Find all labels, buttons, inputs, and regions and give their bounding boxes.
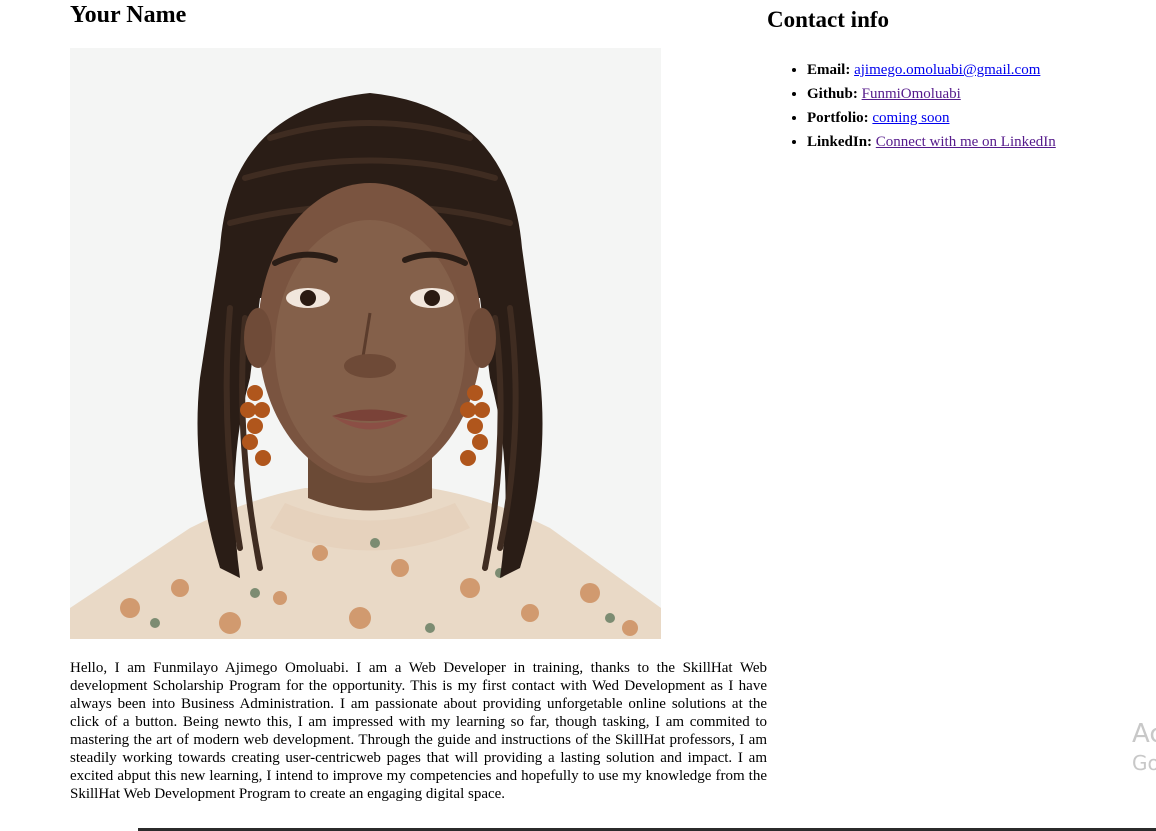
contact-item-portfolio: Portfolio: coming soon: [807, 106, 1056, 130]
linkedin-link[interactable]: Connect with me on LinkedIn: [876, 134, 1056, 150]
bio-paragraph: Hello, I am Funmilayo Ajimego Omoluabi. …: [70, 660, 767, 802]
name-heading: Your Name: [70, 2, 187, 28]
contact-item-email: Email: ajimego.omoluabi@gmail.com: [807, 58, 1056, 82]
contact-label-portfolio: Portfolio:: [807, 110, 869, 126]
page: Your Name Hello, I am Funmilayo Ajimego …: [0, 0, 1156, 831]
contact-item-linkedin: LinkedIn: Connect with me on LinkedIn: [807, 130, 1056, 154]
contact-item-github: Github: FunmiOmoluabi: [807, 82, 1056, 106]
watermark-line-1: Ac: [1132, 719, 1156, 749]
portrait-illustration: [70, 48, 661, 639]
portfolio-link[interactable]: coming soon: [872, 110, 949, 126]
github-link[interactable]: FunmiOmoluabi: [862, 86, 961, 102]
contact-label-linkedin: LinkedIn:: [807, 134, 873, 150]
activate-windows-watermark: Ac Go: [1132, 718, 1156, 776]
contact-list: Email: ajimego.omoluabi@gmail.com Github…: [767, 58, 1056, 154]
contact-label-github: Github:: [807, 86, 858, 102]
watermark-line-2: Go: [1132, 751, 1156, 775]
contact-label-email: Email:: [807, 62, 851, 78]
contact-heading: Contact info: [767, 7, 890, 32]
email-link[interactable]: ajimego.omoluabi@gmail.com: [854, 62, 1040, 78]
profile-photo: [70, 48, 661, 639]
